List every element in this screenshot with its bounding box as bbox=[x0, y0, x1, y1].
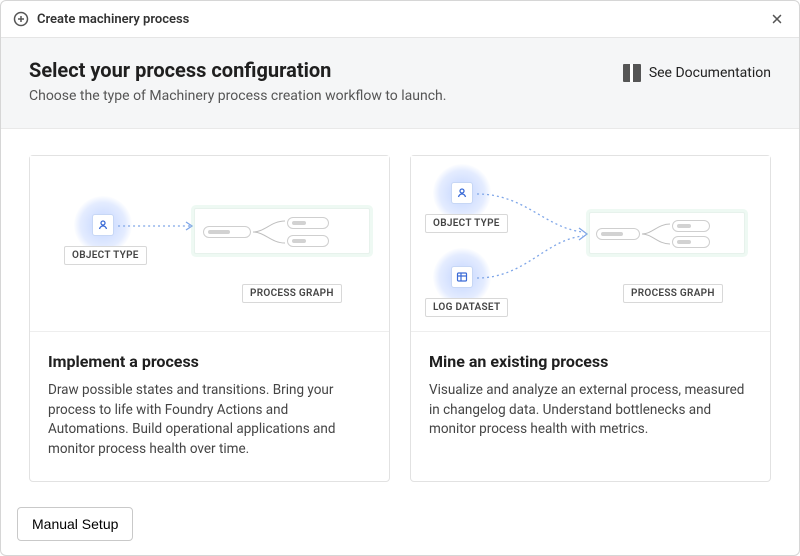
card-mine-process[interactable]: OBJECT TYPE LOG DATASET bbox=[410, 155, 771, 482]
implement-illustration: OBJECT TYPE bbox=[30, 156, 389, 332]
close-icon[interactable] bbox=[767, 9, 787, 29]
mine-body: Visualize and analyze an external proces… bbox=[429, 381, 752, 440]
page-title: Select your process configuration bbox=[29, 58, 623, 82]
dialog-title: Create machinery process bbox=[37, 12, 189, 27]
see-documentation-link[interactable]: See Documentation bbox=[623, 64, 771, 82]
cards-row: OBJECT TYPE bbox=[1, 129, 799, 482]
page-subtitle: Choose the type of Machinery process cre… bbox=[29, 88, 623, 104]
create-machinery-dialog: Create machinery process Select your pro… bbox=[0, 0, 800, 556]
card-implement-process[interactable]: OBJECT TYPE bbox=[29, 155, 390, 482]
object-type-tag: OBJECT TYPE bbox=[64, 246, 147, 265]
flow-arrows bbox=[475, 184, 591, 284]
footer: Manual Setup bbox=[1, 493, 799, 555]
titlebar: Create machinery process bbox=[1, 1, 799, 38]
log-dataset-tag: LOG DATASET bbox=[425, 298, 508, 317]
implement-card-body: Implement a process Draw possible states… bbox=[30, 332, 389, 481]
process-graph-box bbox=[589, 212, 745, 254]
manual-setup-button[interactable]: Manual Setup bbox=[17, 507, 133, 541]
process-graph-tag: PROCESS GRAPH bbox=[623, 284, 723, 303]
object-type-icon bbox=[92, 214, 114, 236]
doc-link-label: See Documentation bbox=[649, 65, 771, 81]
flow-arrow bbox=[116, 214, 196, 244]
implement-title: Implement a process bbox=[48, 352, 371, 371]
book-icon bbox=[623, 64, 641, 82]
mine-title: Mine an existing process bbox=[429, 352, 752, 371]
log-dataset-icon bbox=[451, 266, 473, 288]
process-graph-box bbox=[194, 208, 370, 254]
header-text: Select your process configuration Choose… bbox=[29, 58, 623, 104]
process-graph-tag: PROCESS GRAPH bbox=[242, 284, 342, 303]
header: Select your process configuration Choose… bbox=[1, 38, 799, 129]
mine-illustration: OBJECT TYPE LOG DATASET bbox=[411, 156, 770, 332]
plus-circle-icon bbox=[13, 11, 29, 27]
implement-body: Draw possible states and transitions. Br… bbox=[48, 381, 371, 459]
object-type-icon bbox=[451, 182, 473, 204]
mine-card-body: Mine an existing process Visualize and a… bbox=[411, 332, 770, 462]
